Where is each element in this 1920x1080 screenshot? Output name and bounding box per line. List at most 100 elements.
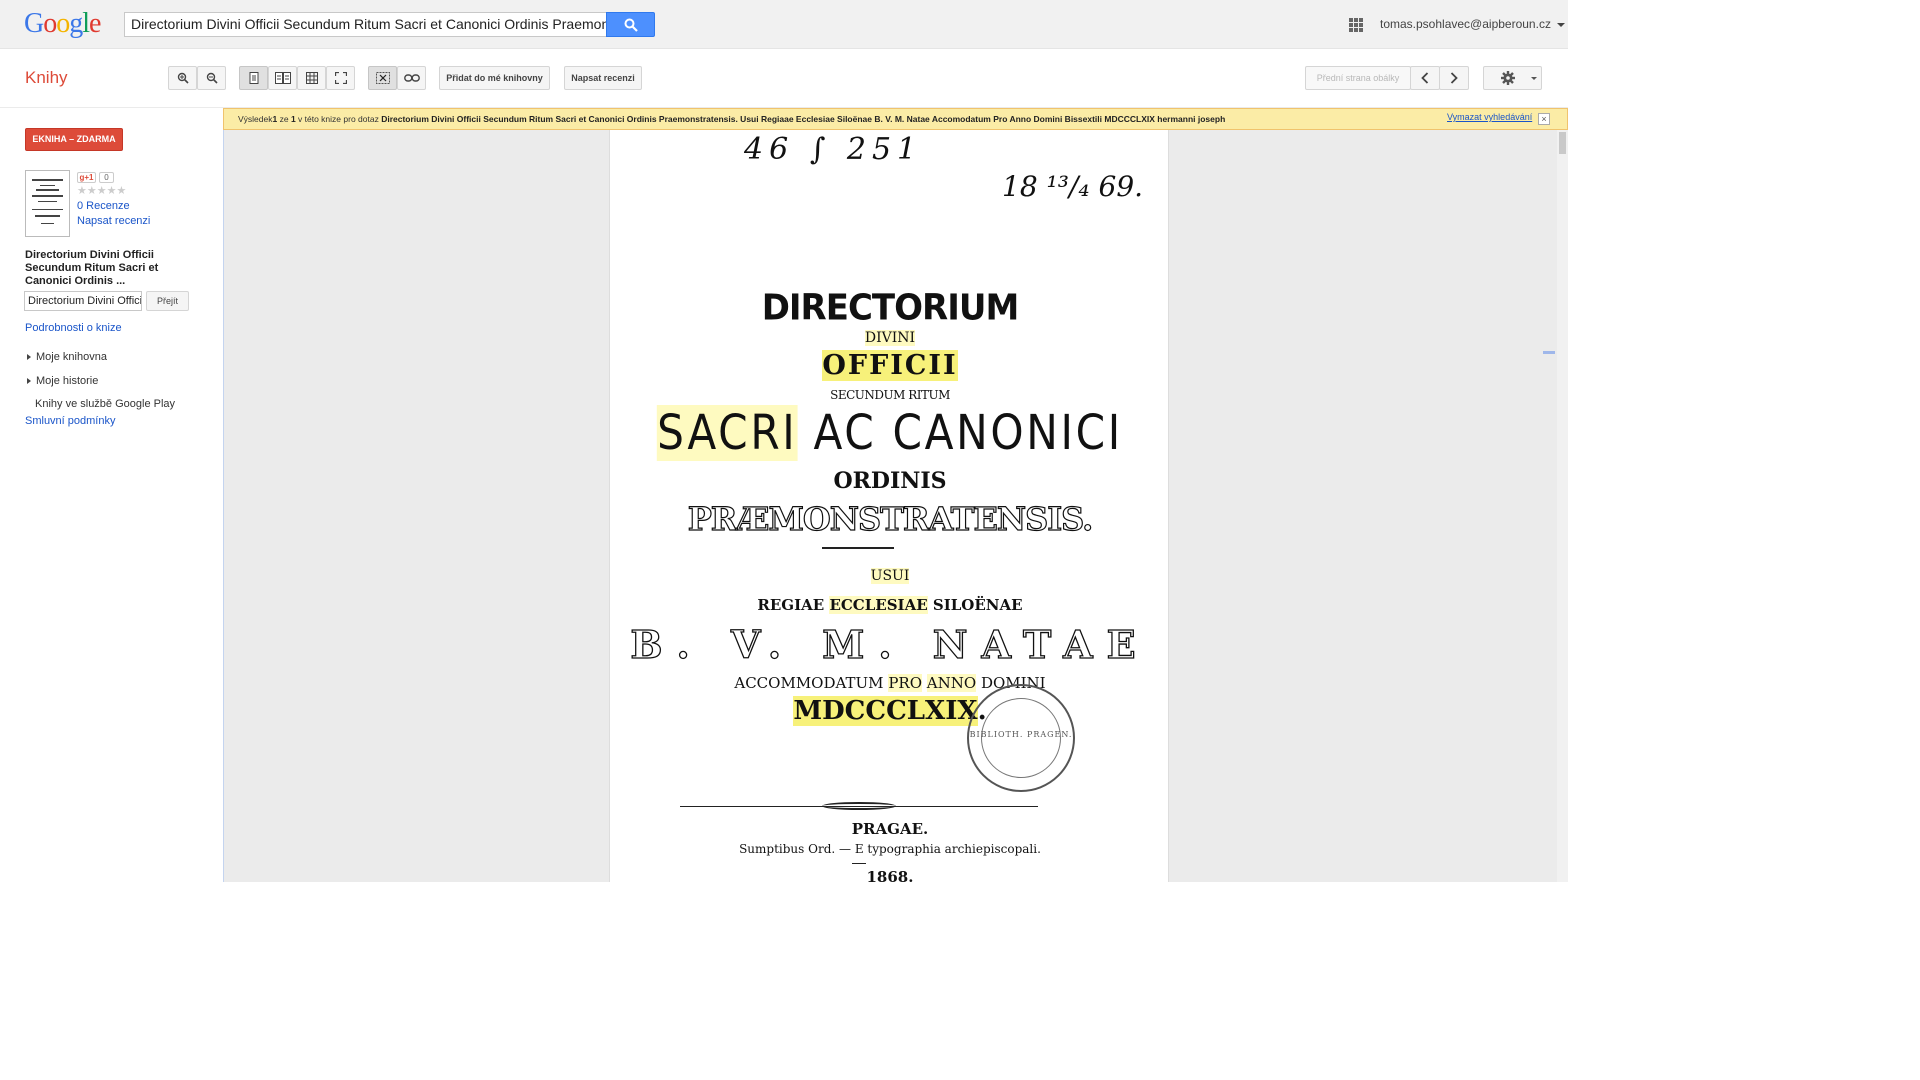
sidebar: EKNIHA – ZDARMA g+1 0 ★★★★★ 0 Recenze Na… <box>0 108 223 882</box>
sidebar-item-my-library[interactable]: Moje knihovna <box>27 351 107 363</box>
book-toolbar: Knihy Přidat do mé knihovny Napsat recen… <box>0 49 1568 108</box>
clear-search-link[interactable]: Vymazat vyhledávání <box>1447 112 1532 122</box>
scrollbar-thumb[interactable] <box>1559 132 1566 154</box>
fullscreen-button[interactable] <box>326 66 355 90</box>
divider <box>822 547 894 549</box>
book-details-link[interactable]: Podrobnosti o knize <box>25 322 122 334</box>
chevron-down-icon <box>1531 77 1537 80</box>
link-icon <box>403 74 420 82</box>
book-title: Directorium Divini Officii Secundum Ritu… <box>25 249 159 287</box>
search-button[interactable] <box>606 12 655 37</box>
triangle-right-icon <box>27 354 31 361</box>
logo-letter: l <box>82 8 90 39</box>
previous-page-button[interactable] <box>1410 66 1440 90</box>
front-cover-button[interactable]: Přední strana obálky <box>1305 66 1411 90</box>
next-page-button[interactable] <box>1439 66 1469 90</box>
sidebar-item-label: Moje historie <box>36 375 99 387</box>
highlight-sacri: SACRI <box>657 405 798 461</box>
title-line-accommodatum: ACCOMMODATUM PRO ANNO DOMINI <box>610 674 1168 692</box>
settings-button[interactable] <box>1483 66 1542 90</box>
chevron-right-icon <box>1450 72 1458 84</box>
logo-letter: o <box>43 8 57 39</box>
title-line-ordinis: ORDINIS <box>833 468 947 494</box>
link-button[interactable] <box>397 66 426 90</box>
thumbnail-view-button[interactable] <box>297 66 326 90</box>
title-line-secundum: SECUNDUM RITUM <box>830 388 950 402</box>
handwritten-date: 18 ¹³/₄ 69. <box>1002 170 1144 203</box>
text-regiae: REGIAE <box>757 596 825 614</box>
section-title[interactable]: Knihy <box>25 68 68 88</box>
highlight-ecclesiae: ECCLESIAE <box>829 596 928 614</box>
imprint-sumptibus: Sumptibus Ord. — E typographia archiepis… <box>739 842 1041 856</box>
terms-link[interactable]: Smluvní podmínky <box>25 415 115 427</box>
result-mid: v této knize pro dotaz <box>295 114 382 124</box>
title-line-usui: USUI <box>610 568 1168 584</box>
title-line-regiae: REGIAE ECCLESIAE SILOËNAE <box>610 596 1168 614</box>
book-cover-thumbnail[interactable] <box>25 170 70 237</box>
zoom-out-icon <box>206 72 218 84</box>
fullscreen-icon <box>334 72 347 84</box>
title-line-divini: DIVINI <box>610 330 1168 346</box>
account-menu[interactable]: tomas.psohlavec@aipberoun.cz <box>1380 17 1565 31</box>
triangle-right-icon <box>27 378 31 385</box>
clip-button[interactable] <box>368 66 397 90</box>
account-email: tomas.psohlavec@aipberoun.cz <box>1380 17 1551 31</box>
search-result-bar: Výsledek1 ze 1 v této knize pro dotaz Di… <box>223 108 1568 130</box>
write-review-button[interactable]: Napsat recenzi <box>564 66 642 90</box>
ornament <box>822 802 896 810</box>
short-rule <box>852 863 866 864</box>
highlight-usui: USUI <box>870 568 910 584</box>
search-input[interactable]: Directorium Divini Officii Secundum Ritu… <box>124 12 606 37</box>
logo-letter: o <box>56 8 70 39</box>
single-page-view-button[interactable] <box>239 66 268 90</box>
add-to-library-button[interactable]: Přidat do mé knihovny <box>439 66 550 90</box>
highlight-anno: ANNO <box>926 674 977 692</box>
zoom-in-icon <box>177 72 189 84</box>
grid-icon <box>305 72 318 84</box>
zoom-out-button[interactable] <box>197 66 226 90</box>
search-in-book-input[interactable]: Directorium Divini Offici <box>24 291 142 311</box>
stamp-text: BIBLIOTH. PRAGEN. <box>969 730 1073 739</box>
rating-stars: ★★★★★ <box>77 185 127 197</box>
logo-letter: G <box>24 8 44 39</box>
text-ac-canonici: AC CANONICI <box>813 405 1123 461</box>
imprint-year: 1868. <box>866 868 914 882</box>
top-bar: Google Directorium Divini Officii Secund… <box>0 0 1568 49</box>
highlight-pro: PRO <box>888 674 922 692</box>
write-review-link[interactable]: Napsat recenzi <box>77 215 150 227</box>
text-siloenae: SILOËNAE <box>932 596 1023 614</box>
plus-one-count: 0 <box>99 172 114 183</box>
zoom-in-button[interactable] <box>168 66 197 90</box>
library-stamp: BIBLIOTH. PRAGEN. <box>967 684 1075 792</box>
two-page-view-button[interactable] <box>268 66 297 90</box>
highlight-divini: DIVINI <box>864 330 916 346</box>
highlight-officii: OFFICII <box>822 350 958 381</box>
close-icon[interactable]: × <box>1538 113 1550 125</box>
title-line-bvm-natae: B. V. M. NATAE <box>630 621 1150 667</box>
highlight-year: MDCCCLXIX <box>793 696 978 726</box>
search-hit-marker <box>1543 351 1555 354</box>
gear-icon <box>1501 71 1515 85</box>
result-query: Directorium Divini Officii Secundum Ritu… <box>381 114 1226 124</box>
logo-letter: g <box>69 8 83 39</box>
title-line-officii: OFFICII <box>610 350 1168 381</box>
google-logo[interactable]: Google <box>24 8 101 40</box>
apps-grid-icon[interactable] <box>1349 18 1363 32</box>
go-button[interactable]: Přejít <box>146 291 189 311</box>
vertical-scrollbar[interactable] <box>1543 130 1568 882</box>
sidebar-item-my-history[interactable]: Moje historie <box>27 375 98 387</box>
book-page: 46 ∫ 251 18 ¹³/₄ 69. DIRECTORIUM DIVINI … <box>609 130 1169 882</box>
sidebar-item-label: Moje knihovna <box>36 351 107 363</box>
reviews-link[interactable]: 0 Recenze <box>77 200 130 212</box>
chevron-down-icon <box>1556 22 1565 27</box>
imprint-pragae: PRAGAE. <box>851 820 929 838</box>
two-page-icon <box>274 72 291 84</box>
google-play-books-link[interactable]: Knihy ve službě Google Play <box>35 398 175 410</box>
logo-letter: e <box>89 8 101 39</box>
text-accommodatum: ACCOMMODATUM <box>734 674 884 692</box>
chevron-left-icon <box>1421 72 1429 84</box>
search-icon <box>624 18 638 32</box>
google-plus-one-button[interactable]: g+1 <box>77 172 96 183</box>
ebook-free-button[interactable]: EKNIHA – ZDARMA <box>25 128 123 151</box>
title-line-year: MDCCCLXIX. <box>610 696 1168 726</box>
